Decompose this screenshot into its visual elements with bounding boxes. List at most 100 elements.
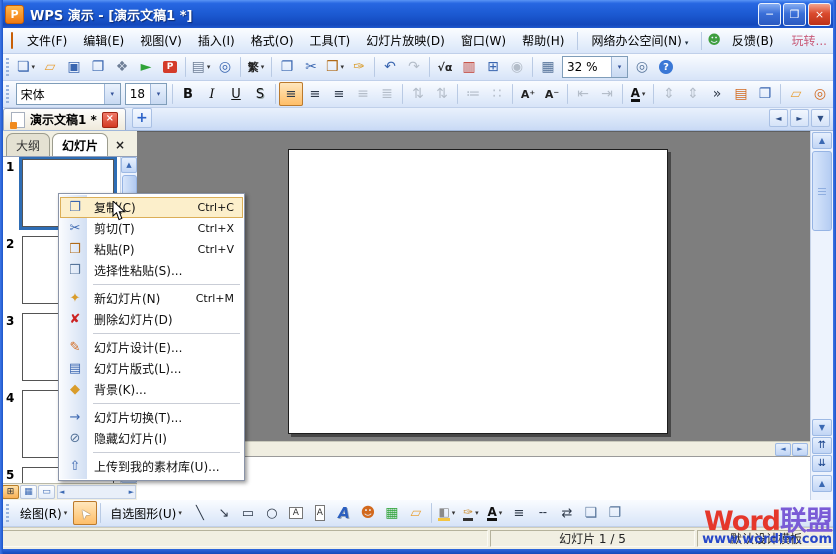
- align-center-button[interactable]: ≡: [303, 82, 327, 106]
- scroll-right-icon[interactable]: ►: [129, 488, 134, 496]
- scroll-right-icon[interactable]: ►: [792, 443, 808, 456]
- next-slide-button[interactable]: ⇊: [812, 455, 832, 472]
- autoshapes-button[interactable]: 自选图形(U)▾: [104, 501, 188, 525]
- menu-tools[interactable]: 工具(T): [302, 29, 359, 52]
- open-button[interactable]: ▱: [38, 55, 62, 79]
- zoom-combo[interactable]: 32 % ▾: [562, 56, 628, 78]
- menu-window[interactable]: 窗口(W): [453, 29, 514, 52]
- tab-slides[interactable]: 幻灯片: [52, 133, 108, 156]
- decrease-indent-button[interactable]: ⇤: [571, 82, 595, 106]
- line-color-button[interactable]: ✑▾: [459, 501, 483, 525]
- draw-menu-button[interactable]: 绘图(R)▾: [14, 501, 73, 525]
- sorter-view-button[interactable]: ▦: [20, 485, 37, 499]
- vertical-textbox-button[interactable]: A: [308, 501, 332, 525]
- slideshow-view-button[interactable]: ▭: [38, 485, 55, 499]
- grid-button[interactable]: ▦: [536, 55, 560, 79]
- feedback-menu[interactable]: 反馈(B): [724, 29, 782, 52]
- italic-button[interactable]: I: [200, 82, 224, 106]
- slide-canvas[interactable]: [288, 149, 668, 434]
- menu-format[interactable]: 格式(O): [243, 29, 302, 52]
- insert-file-picture-button[interactable]: ▱: [404, 501, 428, 525]
- material-library-button[interactable]: ▱: [784, 82, 808, 106]
- draw-font-color-button[interactable]: A▾: [483, 501, 507, 525]
- scroll-left-icon[interactable]: ◄: [59, 488, 64, 496]
- menu-paste-special[interactable]: ❒ 选择性粘贴(S)...: [60, 260, 243, 281]
- new-tab-button[interactable]: +: [132, 108, 152, 128]
- notes-scroll-up-icon[interactable]: ▲: [812, 475, 832, 492]
- paste-button[interactable]: ❒▾: [323, 55, 347, 79]
- menu-paste[interactable]: ❒ 粘贴(P) Ctrl+V: [60, 239, 243, 260]
- menu-slide-transition[interactable]: → 幻灯片切换(T)...: [60, 407, 243, 428]
- cut-button[interactable]: ✂: [299, 55, 323, 79]
- convert-traditional-button[interactable]: 繁▾: [244, 55, 268, 79]
- menu-file[interactable]: 文件(F): [19, 29, 75, 52]
- task-pane-button[interactable]: ❐: [753, 82, 777, 106]
- normal-view-button[interactable]: ⊞: [2, 485, 19, 499]
- menu-cut[interactable]: ✂ 剪切(T) Ctrl+X: [60, 218, 243, 239]
- table-button[interactable]: ⊞: [481, 55, 505, 79]
- threed-style-button[interactable]: ❐: [603, 501, 627, 525]
- menu-new-slide[interactable]: ✦ 新幻灯片(N) Ctrl+M: [60, 288, 243, 309]
- numbering-button[interactable]: ≔: [461, 82, 485, 106]
- align-right-button[interactable]: ≡: [327, 82, 351, 106]
- increase-indent-button[interactable]: ⇥: [595, 82, 619, 106]
- wordart-button[interactable]: A: [332, 501, 356, 525]
- menu-upload-material[interactable]: ⇧ 上传到我的素材库(U)...: [60, 456, 243, 477]
- chevron-down-icon[interactable]: ▾: [104, 84, 120, 104]
- decrease-font-button[interactable]: A⁻: [540, 82, 564, 106]
- chevron-down-icon[interactable]: ▾: [150, 84, 166, 104]
- find-button[interactable]: ◎: [630, 55, 654, 79]
- text-shadow-button[interactable]: S: [248, 82, 272, 106]
- line-style-button[interactable]: ≡: [507, 501, 531, 525]
- scroll-up-icon[interactable]: ▲: [121, 157, 137, 173]
- font-name-combo[interactable]: 宋体 ▾: [16, 83, 121, 105]
- save-button[interactable]: ▣: [62, 55, 86, 79]
- menu-hide-slide[interactable]: ⊘ 隐藏幻灯片(I): [60, 428, 243, 449]
- search-material-button[interactable]: ◎: [808, 82, 832, 106]
- vertical-text-button[interactable]: ⇅: [406, 82, 430, 106]
- slide-design-pane-button[interactable]: ▤: [729, 82, 753, 106]
- toolbar-grip[interactable]: [6, 504, 9, 522]
- chevron-down-icon[interactable]: ▾: [611, 57, 627, 77]
- tab-outline[interactable]: 大纲: [6, 133, 50, 156]
- undo-button[interactable]: ↶: [378, 55, 402, 79]
- menu-slide-design[interactable]: ✎ 幻灯片设计(E)...: [60, 337, 243, 358]
- textbox-button[interactable]: A: [284, 501, 308, 525]
- save-as-button[interactable]: ❐: [86, 55, 110, 79]
- paragraph-spacing-button[interactable]: ⇕: [681, 82, 705, 106]
- tab-scroll-right-button[interactable]: ►: [790, 109, 809, 127]
- new-button[interactable]: ❏▾: [14, 55, 38, 79]
- print-button[interactable]: ▤▾: [189, 55, 213, 79]
- tab-scroll-left-button[interactable]: ◄: [769, 109, 788, 127]
- tab-list-button[interactable]: ▼: [811, 109, 830, 127]
- menu-slide-layout[interactable]: ▤ 幻灯片版式(L)...: [60, 358, 243, 379]
- dash-style-button[interactable]: ╌: [531, 501, 555, 525]
- net-office-menu[interactable]: 网络办公空间(N)▾: [583, 29, 696, 52]
- vertical-scrollbar[interactable]: ▲ ▼ ⇈ ⇊ ▲: [810, 131, 833, 500]
- close-button[interactable]: ×: [808, 3, 831, 26]
- line-spacing-button[interactable]: ⇕: [657, 82, 681, 106]
- close-panel-icon[interactable]: ×: [113, 138, 127, 152]
- menu-view[interactable]: 视图(V): [132, 29, 190, 52]
- font-size-combo[interactable]: 18 ▾: [125, 83, 167, 105]
- arrow-tool-button[interactable]: ↘: [212, 501, 236, 525]
- copy-button[interactable]: ❐: [275, 55, 299, 79]
- underline-button[interactable]: U: [224, 82, 248, 106]
- bold-button[interactable]: B: [176, 82, 200, 106]
- distribute-button[interactable]: ≣: [375, 82, 399, 106]
- menu-slideshow[interactable]: 幻灯片放映(D): [358, 29, 453, 52]
- document-tab[interactable]: 演示文稿1 * ×: [3, 108, 126, 130]
- previous-slide-button[interactable]: ⇈: [812, 437, 832, 454]
- menu-help[interactable]: 帮助(H): [514, 29, 572, 52]
- promo-link[interactable]: 玩转...: [792, 32, 827, 49]
- minimize-button[interactable]: ─: [758, 3, 781, 26]
- justify-button[interactable]: ≡: [351, 82, 375, 106]
- scroll-left-icon[interactable]: ◄: [775, 443, 791, 456]
- scrollbar-thumb[interactable]: [812, 151, 832, 231]
- menu-insert[interactable]: 插入(I): [190, 29, 243, 52]
- scroll-up-icon[interactable]: ▲: [812, 132, 832, 149]
- export-pdf-button[interactable]: P: [158, 55, 182, 79]
- line-tool-button[interactable]: ╲: [188, 501, 212, 525]
- menu-copy[interactable]: ❐ 复制(C) Ctrl+C: [60, 197, 243, 218]
- rectangle-tool-button[interactable]: ▭: [236, 501, 260, 525]
